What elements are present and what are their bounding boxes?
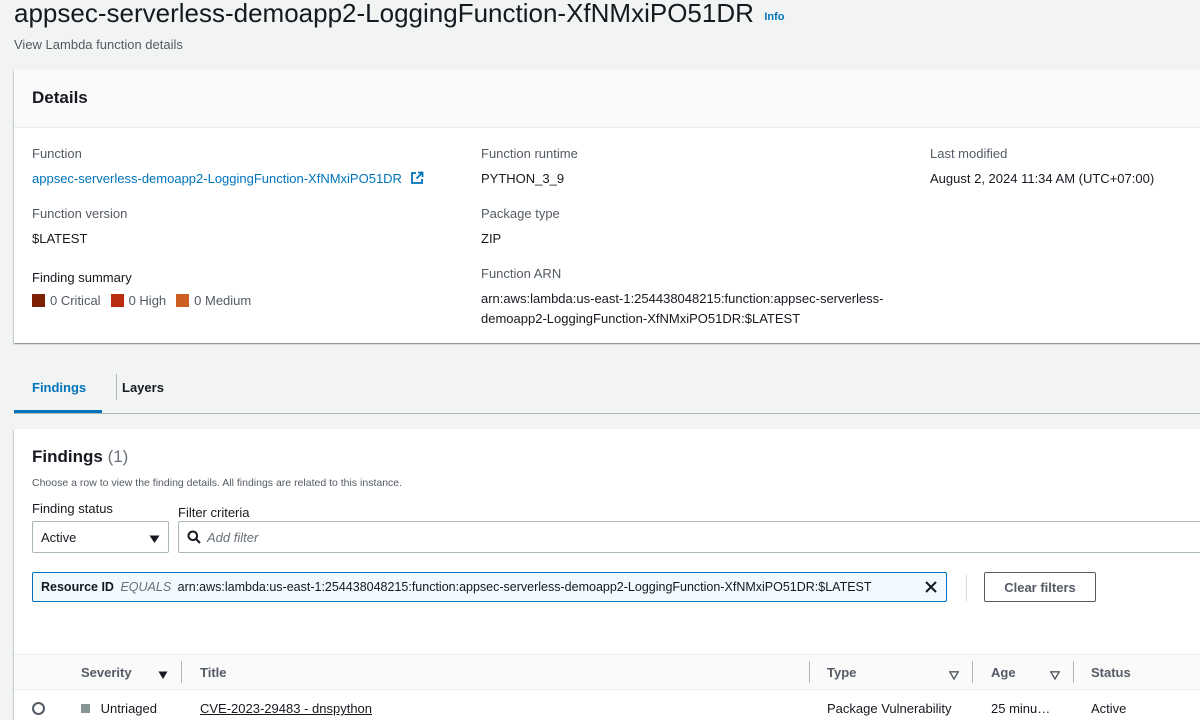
row-type: Package Vulnerability: [827, 701, 952, 716]
tab-findings[interactable]: Findings: [14, 362, 102, 413]
medium-swatch: [176, 294, 190, 307]
row-severity: Untriaged: [81, 701, 157, 716]
finding-status-label: Finding status: [32, 501, 113, 516]
sort-icon[interactable]: [948, 667, 960, 685]
tab-layers[interactable]: Layers: [104, 362, 182, 413]
runtime-field: Function runtime PYTHON_3_9: [481, 146, 578, 189]
arn-field: Function ARN arn:aws:lambda:us-east-1:25…: [481, 266, 884, 329]
page-header: appsec-serverless-demoapp2-LoggingFuncti…: [14, 0, 785, 52]
critical-swatch: [32, 294, 45, 307]
filter-placeholder: Add filter: [207, 530, 259, 545]
search-icon: [187, 530, 201, 547]
severity-summary: 0 Critical 0 High 0 Medium: [32, 293, 261, 308]
medium-count: 0 Medium: [176, 293, 251, 308]
critical-count: 0 Critical: [32, 293, 101, 308]
column-status[interactable]: Status: [1091, 665, 1131, 680]
column-divider: [972, 661, 973, 683]
findings-panel: Findings (1) Choose a row to view the fi…: [14, 429, 1200, 720]
row-age: 25 minu…: [991, 701, 1051, 716]
finding-summary-label: Finding summary: [32, 270, 132, 285]
modified-value: August 2, 2024 11:34 AM (UTC+07:00): [930, 171, 1155, 186]
details-heading: Details: [14, 70, 1200, 128]
column-title[interactable]: Title: [200, 665, 227, 680]
modified-label: Last modified: [930, 146, 1008, 161]
row-select-radio[interactable]: [32, 702, 45, 715]
filter-criteria-label: Filter criteria: [178, 505, 250, 520]
column-age[interactable]: Age: [991, 665, 1016, 680]
sort-icon[interactable]: [1049, 667, 1061, 685]
finding-status-select[interactable]: Active: [32, 521, 169, 553]
findings-description: Choose a row to view the finding details…: [32, 477, 403, 489]
version-field: Function version $LATEST: [32, 206, 127, 249]
details-panel: Details Function appsec-serverless-demoa…: [14, 70, 1200, 343]
token-value: arn:aws:lambda:us-east-1:254438048215:fu…: [177, 580, 872, 594]
tab-bar: Findings Layers: [14, 362, 1200, 414]
caret-down-icon: [149, 532, 160, 547]
token-divider: [966, 575, 967, 601]
untriaged-swatch: [81, 704, 90, 713]
token-operator: EQUALS: [120, 580, 172, 594]
page-title: appsec-serverless-demoapp2-LoggingFuncti…: [14, 0, 754, 28]
modified-field: Last modified August 2, 2024 11:34 AM (U…: [930, 146, 1154, 189]
arn-label: Function ARN: [481, 266, 562, 281]
high-swatch: [110, 294, 124, 307]
filter-input[interactable]: Add filter: [178, 521, 1200, 553]
column-divider: [1073, 661, 1074, 683]
finding-status-value: Active: [41, 530, 77, 545]
token-key: Resource ID: [41, 580, 114, 594]
findings-title: Findings (1): [32, 447, 129, 466]
clear-filters-button[interactable]: Clear filters: [984, 572, 1096, 602]
version-value: $LATEST: [32, 231, 88, 246]
finding-summary: Finding summary 0 Critical 0 High 0 Medi…: [32, 270, 261, 308]
function-link[interactable]: appsec-serverless-demoapp2-LoggingFuncti…: [32, 171, 402, 186]
column-type[interactable]: Type: [827, 665, 856, 680]
function-label: Function: [32, 146, 82, 161]
high-count: 0 High: [110, 293, 166, 308]
row-status: Active: [1091, 701, 1127, 716]
runtime-value: PYTHON_3_9: [481, 171, 565, 186]
package-field: Package type ZIP: [481, 206, 560, 249]
info-link[interactable]: Info: [764, 11, 784, 23]
function-field: Function appsec-serverless-demoapp2-Logg…: [32, 146, 424, 191]
column-divider: [809, 661, 810, 683]
table-row[interactable]: Untriaged CVE-2023-29483 - dnspython Pac…: [14, 691, 1200, 720]
findings-count: (1): [107, 447, 129, 466]
sort-desc-icon[interactable]: [158, 667, 168, 685]
filter-token[interactable]: Resource ID EQUALS arn:aws:lambda:us-eas…: [32, 572, 947, 602]
arn-value: arn:aws:lambda:us-east-1:254438048215:fu…: [481, 289, 884, 329]
column-divider: [181, 661, 182, 683]
arn-line-2: demoapp2-LoggingFunction-XfNMxiPO51DR:$L…: [481, 311, 801, 326]
runtime-label: Function runtime: [481, 146, 578, 161]
page-description: View Lambda function details: [14, 37, 183, 52]
arn-line-1: arn:aws:lambda:us-east-1:254438048215:fu…: [481, 291, 884, 306]
package-value: ZIP: [481, 231, 502, 246]
package-label: Package type: [481, 206, 560, 221]
row-title-link[interactable]: CVE-2023-29483 - dnspython: [200, 701, 372, 716]
column-severity[interactable]: Severity: [81, 665, 132, 680]
external-link-icon[interactable]: [410, 171, 424, 191]
findings-table-header: Severity Title Type Age Status: [14, 654, 1200, 690]
version-label: Function version: [32, 206, 128, 221]
remove-token-icon[interactable]: [925, 581, 937, 596]
